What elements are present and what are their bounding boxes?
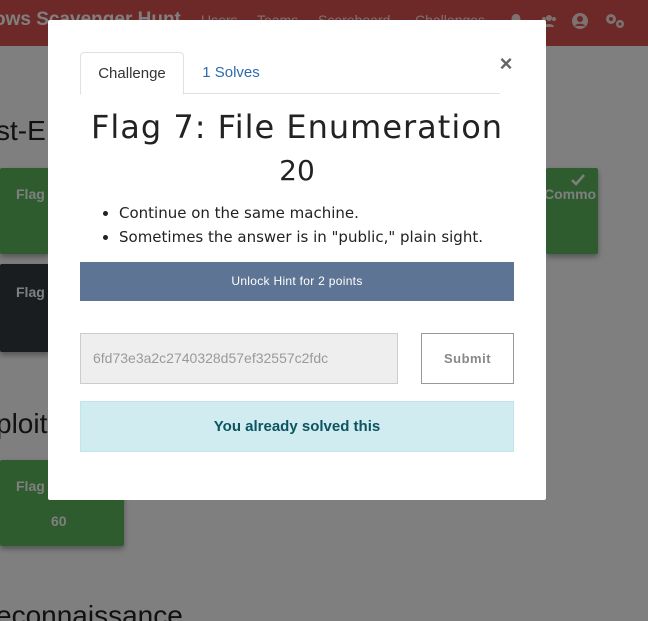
modal-tabs: Challenge 1 Solves [80, 52, 500, 95]
solved-alert: You already solved this [80, 401, 514, 452]
description-item: Continue on the same machine. [119, 201, 523, 225]
unlock-hint-button[interactable]: Unlock Hint for 2 points [80, 262, 514, 301]
challenge-description: Continue on the same machine. Sometimes … [103, 201, 523, 249]
tab-solves[interactable]: 1 Solves [188, 52, 274, 94]
description-item: Sometimes the answer is in "public," pla… [119, 225, 523, 249]
tab-challenge[interactable]: Challenge [80, 52, 184, 95]
challenge-title: Flag 7: File Enumeration [90, 108, 504, 146]
flag-input[interactable]: 6fd73e3a2c2740328d57ef32557c2fdc [80, 333, 398, 384]
submit-button[interactable]: Submit [421, 333, 514, 384]
close-button[interactable]: × [496, 52, 516, 76]
challenge-modal: Challenge 1 Solves × Flag 7: File Enumer… [48, 20, 546, 500]
challenge-points: 20 [279, 154, 315, 187]
